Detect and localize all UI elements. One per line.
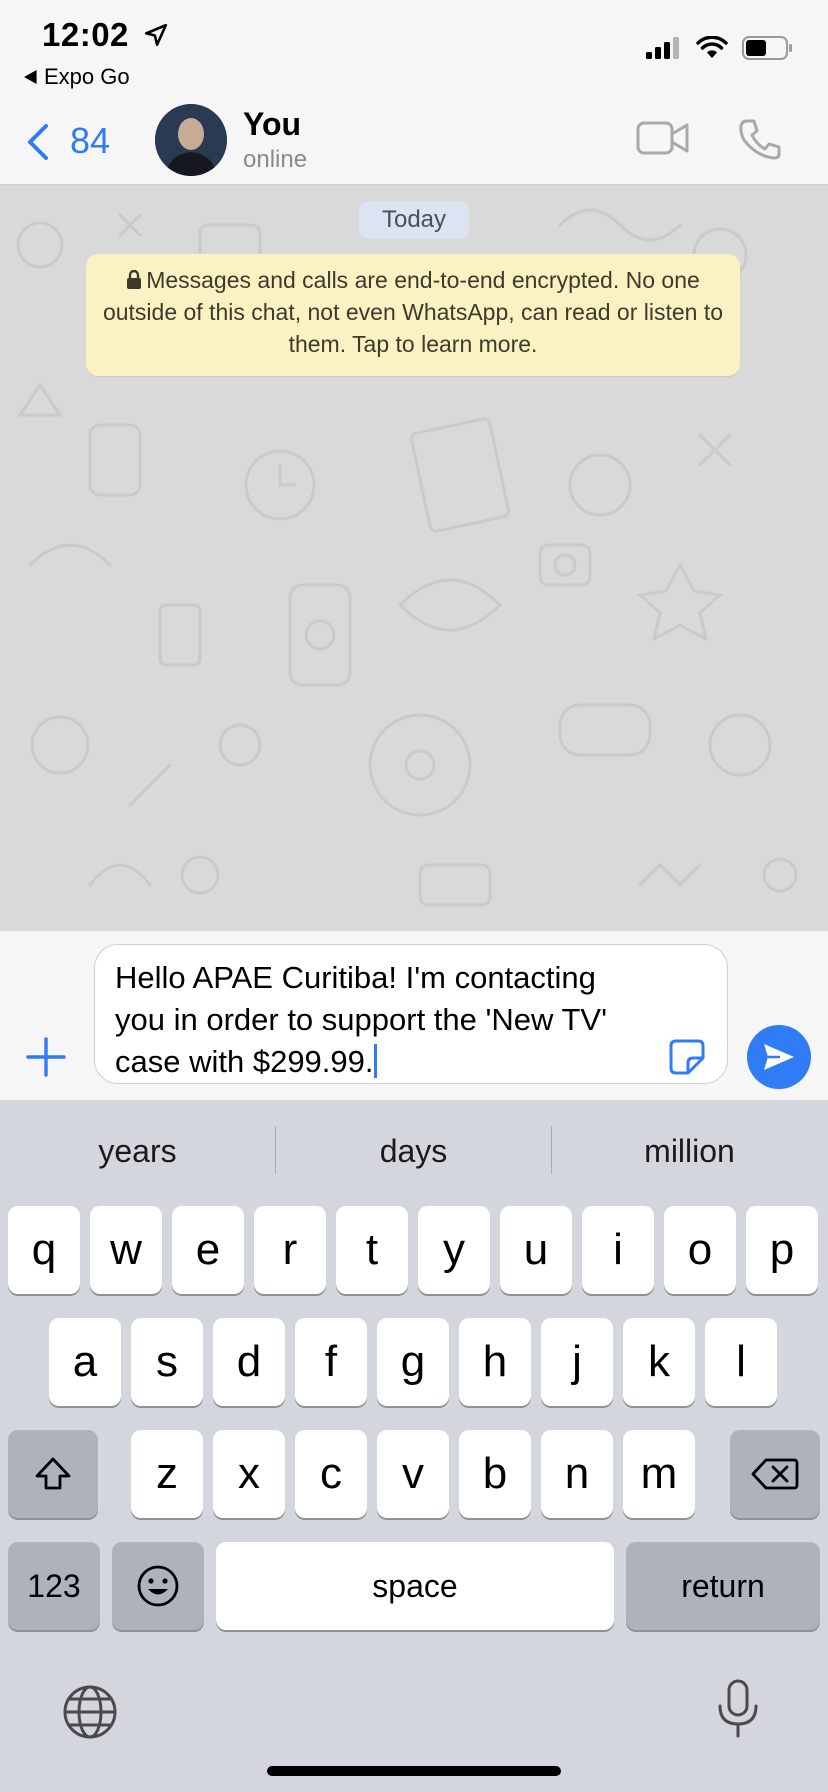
key-n[interactable]: n (541, 1430, 613, 1518)
back-triangle-icon (24, 70, 37, 84)
key-s[interactable]: s (131, 1318, 203, 1406)
suggestion-2[interactable]: days (276, 1120, 551, 1182)
return-app-label: Expo Go (44, 64, 130, 89)
key-v[interactable]: v (377, 1430, 449, 1518)
send-icon (764, 1044, 794, 1070)
battery-icon (742, 36, 792, 60)
return-key[interactable]: return (626, 1542, 820, 1630)
chat-header (0, 98, 828, 185)
key-b[interactable]: b (459, 1430, 531, 1518)
key-l[interactable]: l (705, 1318, 777, 1406)
key-t[interactable]: t (336, 1206, 408, 1294)
wifi-icon (696, 36, 728, 58)
video-call-icon[interactable] (636, 120, 690, 156)
key-o[interactable]: o (664, 1206, 736, 1294)
sticker-icon[interactable] (668, 1038, 706, 1076)
text-caret (373, 1044, 377, 1078)
backspace-icon (751, 1458, 799, 1490)
key-q[interactable]: q (8, 1206, 80, 1294)
key-i[interactable]: i (582, 1206, 654, 1294)
shift-key[interactable] (8, 1430, 98, 1518)
location-arrow-icon (144, 23, 167, 47)
key-w[interactable]: w (90, 1206, 162, 1294)
key-j[interactable]: j (541, 1318, 613, 1406)
return-to-app[interactable]: Expo Go (24, 64, 130, 90)
key-a[interactable]: a (49, 1318, 121, 1406)
send-button[interactable] (747, 1025, 811, 1089)
key-d[interactable]: d (213, 1318, 285, 1406)
key-f[interactable]: f (295, 1318, 367, 1406)
shift-icon (35, 1457, 71, 1490)
suggestion-1[interactable]: years (0, 1120, 275, 1182)
key-y[interactable]: y (418, 1206, 490, 1294)
key-r[interactable]: r (254, 1206, 326, 1294)
encryption-notice[interactable]: Messages and calls are end-to-end encryp… (86, 254, 740, 376)
avatar[interactable] (155, 104, 227, 176)
date-label: Today (359, 201, 469, 239)
suggestion-3[interactable]: million (552, 1120, 827, 1182)
message-text: Hello APAE Curitiba! I'm contacting you … (115, 960, 608, 1079)
emoji-key[interactable] (112, 1542, 204, 1630)
contact-status: online (243, 146, 308, 173)
plus-icon[interactable] (26, 1037, 66, 1077)
key-h[interactable]: h (459, 1318, 531, 1406)
contact-name[interactable]: You (243, 106, 301, 143)
phone-call-icon[interactable] (738, 118, 782, 160)
key-p[interactable]: p (746, 1206, 818, 1294)
key-u[interactable]: u (500, 1206, 572, 1294)
key-z[interactable]: z (131, 1430, 203, 1518)
key-e[interactable]: e (172, 1206, 244, 1294)
key-k[interactable]: k (623, 1318, 695, 1406)
back-chevron-icon[interactable] (24, 122, 52, 162)
key-m[interactable]: m (623, 1430, 695, 1518)
globe-icon[interactable] (62, 1684, 118, 1740)
message-input[interactable]: Hello APAE Curitiba! I'm contacting you … (94, 944, 728, 1084)
emoji-icon (137, 1565, 179, 1607)
key-c[interactable]: c (295, 1430, 367, 1518)
space-key[interactable]: space (216, 1542, 614, 1630)
home-indicator (267, 1766, 561, 1776)
signal-icon (646, 37, 679, 59)
microphone-icon[interactable] (716, 1678, 760, 1740)
key-x[interactable]: x (213, 1430, 285, 1518)
status-indicators (646, 36, 794, 60)
key-g[interactable]: g (377, 1318, 449, 1406)
backspace-key[interactable] (730, 1430, 820, 1518)
lock-icon (127, 269, 142, 289)
status-time: 12:02 (42, 16, 169, 54)
unread-count[interactable]: 84 (70, 120, 110, 162)
numbers-key[interactable]: 123 (8, 1542, 100, 1630)
encryption-notice-text: Messages and calls are end-to-end encryp… (102, 267, 724, 357)
